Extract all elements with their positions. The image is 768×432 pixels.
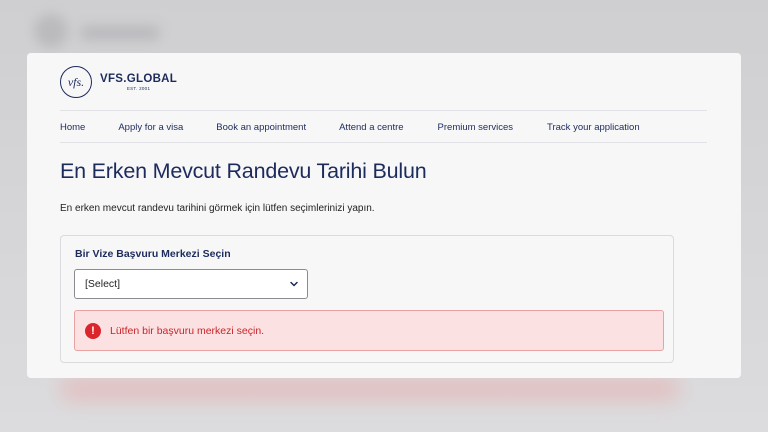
main-nav: Home Apply for a visa Book an appointmen…: [60, 122, 707, 133]
centre-select-value: [Select]: [85, 278, 121, 290]
exclamation-circle-icon: !: [85, 322, 101, 339]
blurred-logo: [34, 14, 68, 48]
brand-name: VFS.GLOBAL: [100, 73, 178, 85]
blurred-text: [80, 26, 160, 40]
chevron-down-icon: [289, 279, 299, 289]
nav-item-track-your-application[interactable]: Track your application: [547, 122, 640, 133]
blurred-alert-reflection: [60, 378, 680, 400]
nav-divider: [60, 142, 707, 143]
nav-item-attend-a-centre[interactable]: Attend a centre: [339, 122, 403, 133]
nav-item-apply-for-a-visa[interactable]: Apply for a visa: [118, 122, 183, 133]
centre-select-dropdown[interactable]: [Select]: [74, 269, 308, 299]
page-subtitle: En erken mevcut randevu tarihini görmek …: [60, 203, 375, 214]
centre-select-label: Bir Vize Başvuru Merkezi Seçin: [75, 248, 231, 260]
nav-item-home[interactable]: Home: [60, 122, 85, 133]
logo-wordmark: VFS.GLOBAL EST. 2001: [100, 73, 177, 91]
brand-established: EST. 2001: [126, 86, 151, 91]
nav-item-premium-services[interactable]: Premium services: [438, 122, 514, 133]
error-alert: ! Lütfen bir başvuru merkezi seçin.: [74, 310, 664, 351]
vfs-logo-icon: vfs.: [60, 66, 92, 98]
page-title: En Erken Mevcut Randevu Tarihi Bulun: [60, 159, 427, 183]
error-message: Lütfen bir başvuru merkezi seçin.: [110, 324, 265, 337]
header-divider: [60, 110, 707, 111]
page-card: vfs. VFS.GLOBAL EST. 2001 Home Apply for…: [27, 53, 741, 378]
nav-item-book-an-appointment[interactable]: Book an appointment: [216, 122, 306, 133]
centre-selection-panel: Bir Vize Başvuru Merkezi Seçin [Select] …: [60, 235, 674, 363]
brand-logo[interactable]: vfs. VFS.GLOBAL EST. 2001: [60, 66, 177, 98]
logo-mark: vfs.: [67, 74, 85, 89]
